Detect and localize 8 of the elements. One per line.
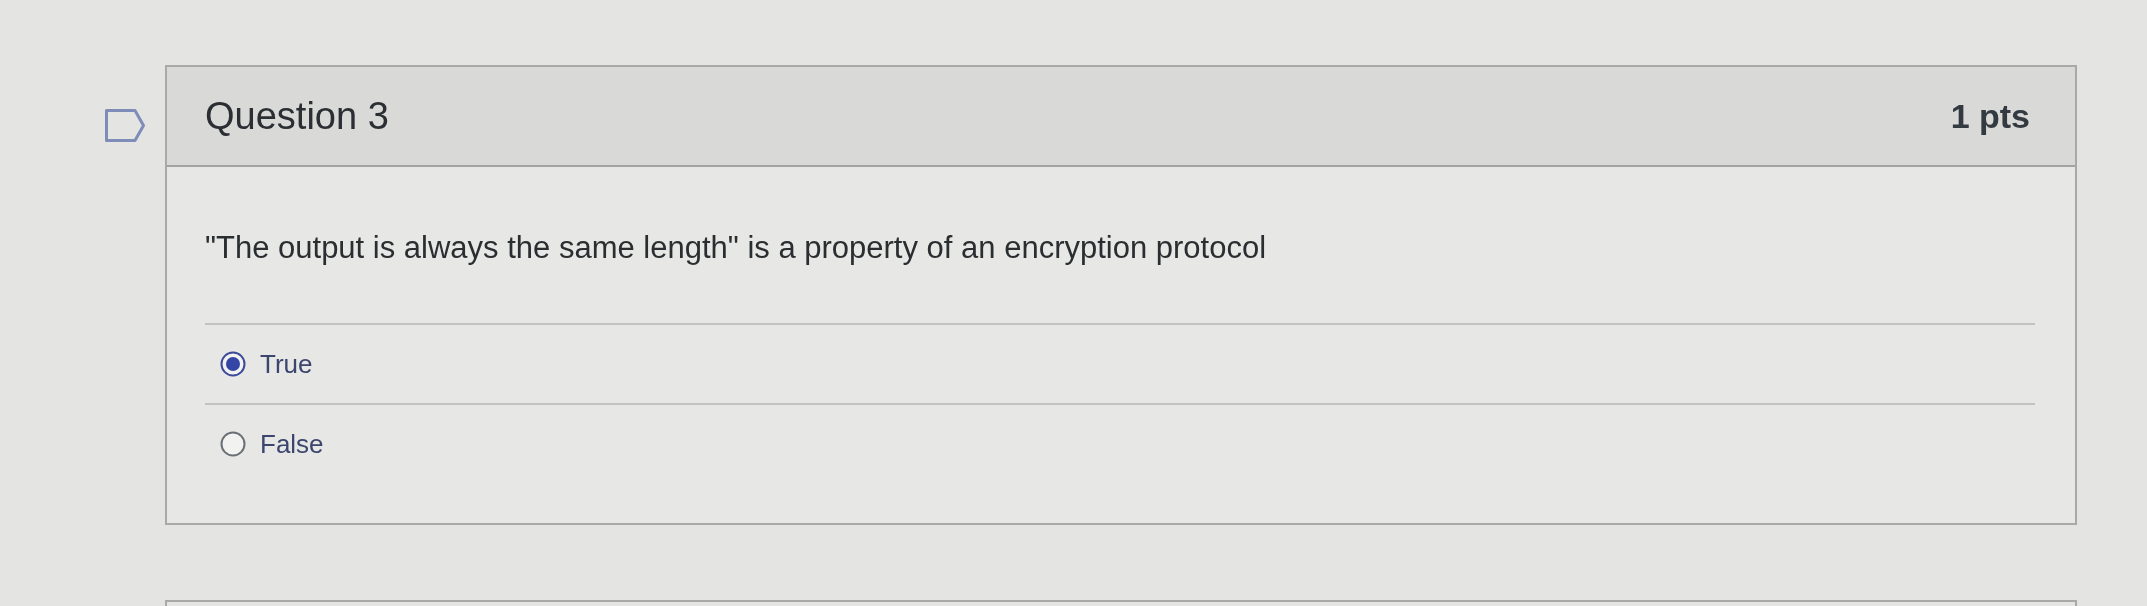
radio-button-icon[interactable] bbox=[220, 351, 246, 377]
question-text: "The output is always the same length" is a property of an encryption protocol bbox=[205, 229, 1267, 267]
flag-icon[interactable] bbox=[105, 109, 145, 142]
question-title: Question 3 bbox=[205, 94, 389, 138]
answer-option[interactable]: True bbox=[220, 348, 313, 380]
radio-button-icon[interactable] bbox=[220, 431, 246, 457]
answer-option[interactable]: False bbox=[220, 428, 324, 460]
points-label: 1 pts bbox=[1950, 96, 2030, 136]
